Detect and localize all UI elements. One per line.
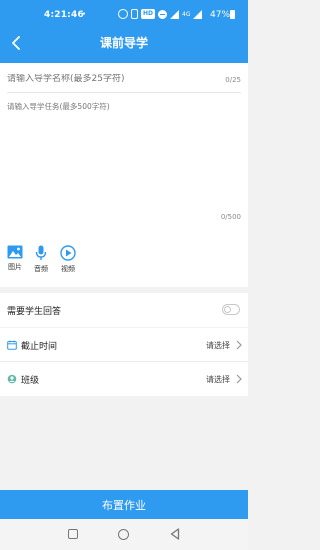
class-label: 班级	[21, 375, 40, 386]
require-reply-label: 需要学生回答	[7, 306, 62, 317]
home-button[interactable]	[118, 529, 129, 540]
top-bar: 4:21:46 • HD 4G 47% 课前导学	[0, 0, 248, 63]
guide-name-input[interactable]	[7, 74, 207, 84]
signal-icon	[170, 9, 180, 19]
task-char-counter: 0/500	[220, 213, 241, 221]
divider	[7, 92, 241, 93]
video-label: 视频	[61, 265, 75, 273]
play-icon	[60, 245, 76, 261]
calendar-icon	[7, 340, 17, 350]
chevron-right-icon	[236, 374, 242, 384]
signal-icon	[193, 9, 203, 19]
deadline-value: 请选择	[206, 340, 230, 350]
system-nav-bar	[0, 519, 248, 550]
add-image-button[interactable]: 图片	[3, 245, 27, 272]
class-icon	[7, 374, 17, 384]
image-icon	[7, 245, 23, 259]
assign-homework-button[interactable]: 布置作业	[0, 490, 248, 519]
deadline-label: 截止时间	[21, 341, 58, 352]
notification-dot: •	[82, 10, 87, 18]
class-value: 请选择	[206, 374, 230, 384]
network-type: 4G	[182, 10, 191, 18]
status-bar: 4:21:46 • HD 4G 47%	[0, 0, 248, 30]
add-audio-button[interactable]: 音频	[29, 245, 53, 274]
add-video-button[interactable]: 视频	[56, 245, 80, 274]
status-time: 4:21:46	[44, 10, 84, 20]
battery-percent: 47%	[210, 10, 231, 20]
deadline-row[interactable]: 截止时间 请选择	[0, 328, 248, 362]
status-icons: HD 4G	[118, 9, 203, 19]
image-label: 图片	[8, 263, 22, 271]
guide-form: 0/25 0/500 图片 音频 视频	[0, 63, 248, 287]
back-triangle-icon[interactable]	[170, 528, 180, 540]
microphone-icon	[35, 245, 47, 260]
class-row[interactable]: 班级 请选择	[0, 362, 248, 396]
alarm-icon	[118, 9, 128, 19]
vibrate-icon	[131, 9, 138, 19]
guide-task-input[interactable]	[7, 101, 239, 211]
chevron-right-icon	[236, 340, 242, 350]
require-reply-toggle[interactable]	[222, 304, 240, 315]
battery-icon	[230, 10, 235, 19]
audio-label: 音频	[34, 265, 48, 273]
name-char-counter: 0/25	[225, 76, 241, 84]
page-title: 课前导学	[99, 36, 148, 50]
dnd-icon	[158, 9, 168, 19]
hd-badge: HD	[141, 9, 156, 19]
toggle-knob	[224, 306, 231, 313]
require-reply-row: 需要学生回答	[0, 293, 248, 327]
recent-apps-button[interactable]	[68, 529, 78, 539]
